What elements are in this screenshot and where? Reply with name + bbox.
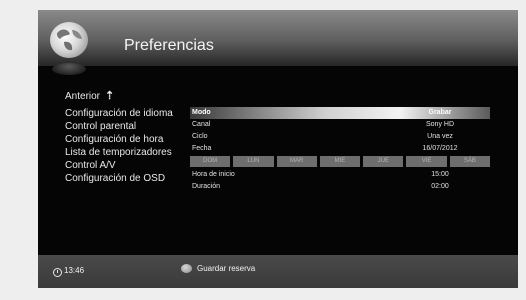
day-button-thu[interactable]: JUE (363, 156, 404, 167)
day-button-wed[interactable]: MIE (319, 156, 361, 167)
footer-bar: 13:46 Guardar reserva (38, 255, 518, 288)
clock-time: 13:46 (64, 266, 85, 275)
menu-item-label: Configuración de idioma (65, 108, 173, 119)
clock-icon (53, 268, 62, 277)
weekday-selector: DOM LUN MAR MIE JUE VIE SÁB (190, 156, 490, 167)
day-button-tue[interactable]: MAR (276, 156, 317, 167)
menu-item-osd[interactable]: Configuración de OSD (65, 172, 173, 185)
menu-item-label: Configuración de hora (65, 134, 164, 145)
duration-value: 02:00 (431, 183, 449, 190)
arrow-up-icon: ⇡ (105, 90, 115, 102)
settings-menu: Anterior ⇡ Configuración de idioma Contro… (65, 90, 173, 185)
menu-item-back[interactable]: Anterior ⇡ (65, 90, 173, 103)
menu-item-av[interactable]: Control A/V (65, 159, 173, 172)
channel-value: Sony HD (425, 121, 454, 128)
menu-item-language[interactable]: Configuración de idioma (65, 107, 173, 120)
day-button-sun[interactable]: DOM (190, 156, 231, 167)
channel-row[interactable]: Canal Sony HD (190, 119, 490, 131)
globe-icon (50, 22, 88, 58)
date-label: Fecha (192, 145, 212, 152)
cycle-row[interactable]: Ciclo Una vez (190, 131, 490, 143)
tv-screen: Preferencias Anterior ⇡ Configuración de … (38, 10, 518, 288)
duration-row[interactable]: Duración 02:00 (190, 181, 490, 193)
menu-item-label: Control A/V (65, 160, 116, 171)
mode-value: Grabar (428, 109, 452, 116)
date-row[interactable]: Fecha 16/07/2012 (190, 143, 490, 155)
menu-item-time[interactable]: Configuración de hora (65, 133, 173, 146)
menu-item-label: Control parental (65, 121, 137, 132)
channel-label: Canal (192, 121, 211, 128)
menu-item-label-selected: Lista de temporizadores (65, 147, 172, 158)
red-button-icon (181, 264, 192, 273)
cycle-label: Ciclo (192, 133, 208, 140)
start-time-row[interactable]: Hora de inicio 15:00 (190, 169, 490, 181)
cycle-value: Una vez (427, 133, 453, 140)
menu-item-label: Configuración de OSD (65, 173, 166, 184)
menu-item-timers[interactable]: Lista de temporizadores (65, 146, 173, 159)
mode-row[interactable]: Modo Grabar (190, 107, 490, 119)
header: Preferencias (38, 10, 518, 66)
timer-detail-panel: Modo Grabar Canal Sony HD Ciclo Una vez … (190, 107, 490, 193)
date-value: 16/07/2012 (422, 145, 458, 152)
save-reservation-hint[interactable]: Guardar reserva (197, 264, 255, 273)
start-time-label: Hora de inicio (192, 171, 235, 178)
day-button-fri[interactable]: VIE (406, 156, 447, 167)
duration-label: Duración (192, 183, 221, 190)
start-time-value: 15:00 (431, 171, 449, 178)
menu-item-back-label: Anterior (65, 91, 101, 102)
day-button-sat[interactable]: SÁB (449, 156, 490, 167)
mode-label: Modo (192, 109, 211, 116)
globe-reflection (52, 63, 86, 75)
day-button-mon[interactable]: LUN (233, 156, 274, 167)
page-title: Preferencias (124, 37, 214, 54)
menu-item-parental[interactable]: Control parental (65, 120, 173, 133)
